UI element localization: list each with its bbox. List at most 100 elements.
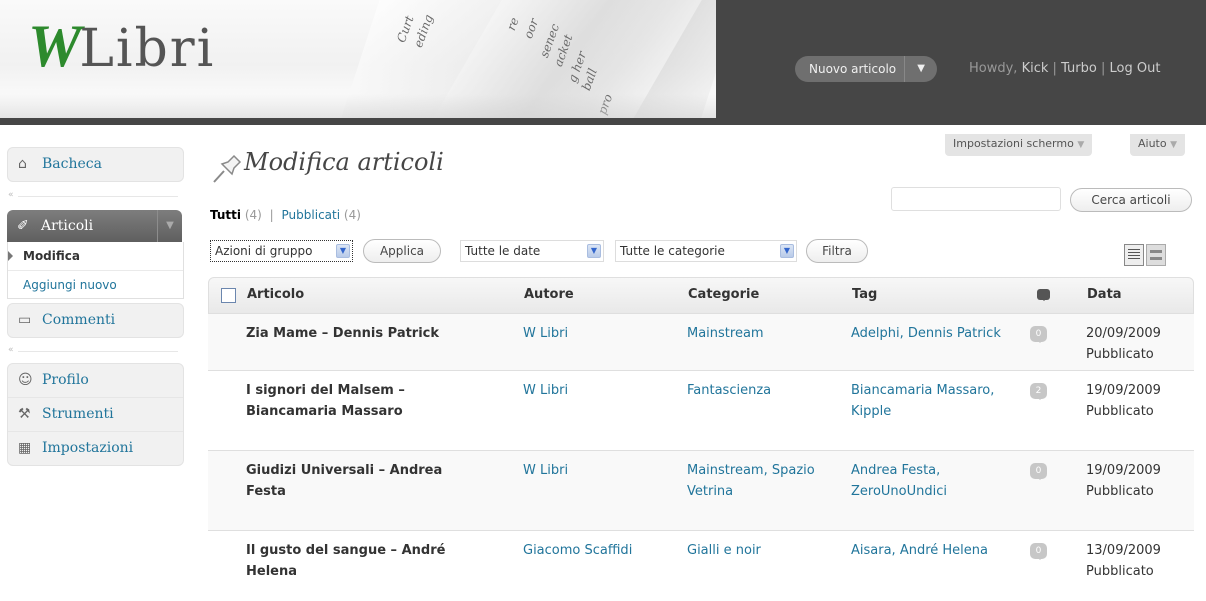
post-author-link[interactable]: W Libri: [523, 323, 568, 344]
chevron-down-icon[interactable]: ▼: [904, 56, 937, 82]
settings-icon: ▦: [18, 440, 32, 456]
comments-column-icon: [1037, 289, 1050, 301]
sidebar-item-dashboard[interactable]: ⌂ Bacheca: [8, 148, 183, 181]
column-header-tags[interactable]: Tag: [852, 287, 877, 302]
comment-icon: ▭: [18, 312, 32, 328]
post-tags-link[interactable]: Aisara, André Helena: [851, 540, 1011, 561]
post-status: Pubblicato: [1086, 564, 1154, 579]
user-links: Howdy, Kick | Turbo | Log Out: [969, 61, 1160, 76]
comment-count-badge[interactable]: 2: [1030, 383, 1047, 400]
pushpin-icon: [213, 154, 242, 183]
sidebar-item-profile[interactable]: ☺ Profilo: [8, 364, 183, 398]
sidebar-item-tools[interactable]: ⚒ Strumenti: [8, 398, 183, 432]
chevron-down-icon: ▼: [780, 244, 794, 258]
help-label: Aiuto: [1138, 137, 1167, 150]
table-row: Zia Mame – Dennis Patrick W Libri Mainst…: [208, 314, 1194, 371]
chevron-down-icon: ▼: [336, 244, 350, 258]
table-row: Giudizi Universali – Andrea Festa W Libr…: [208, 451, 1194, 531]
filter-all-count: (4): [244, 208, 262, 222]
submenu-item-edit[interactable]: Modifica: [8, 242, 183, 271]
post-status: Pubblicato: [1086, 347, 1154, 362]
tools-icon: ⚒: [18, 406, 31, 422]
header-bar: [0, 118, 1206, 125]
collapse-icon[interactable]: «: [8, 345, 14, 355]
list-view-icon[interactable]: [1124, 244, 1144, 266]
filter-published-count: (4): [343, 208, 361, 222]
caret-down-icon: ▼: [1170, 140, 1178, 150]
separator: |: [1052, 61, 1057, 76]
post-author-link[interactable]: W Libri: [523, 380, 568, 401]
post-title-link[interactable]: Giudizi Universali – Andrea Festa: [246, 460, 476, 502]
column-header-date[interactable]: Data: [1087, 287, 1122, 302]
post-status-filter: Tutti (4) | Pubblicati (4): [210, 208, 361, 222]
logo-w: W: [28, 13, 84, 79]
post-title-link[interactable]: Zia Mame – Dennis Patrick: [246, 323, 476, 344]
category-filter-select[interactable]: Tutte le categorie ▼: [615, 240, 797, 262]
column-header-author[interactable]: Autore: [524, 287, 574, 302]
post-title-link[interactable]: Il gusto del sangue – André Helena: [246, 540, 476, 582]
post-tags-link[interactable]: Andrea Festa, ZeroUnoUndici: [851, 460, 1011, 502]
post-categories-link[interactable]: Mainstream, Spazio Vetrina: [687, 460, 827, 502]
screen-options-tab[interactable]: Impostazioni schermo ▼: [945, 134, 1093, 156]
post-title-link[interactable]: I signori del Malsem – Biancamaria Massa…: [246, 380, 476, 422]
sidebar-item-label: Strumenti: [42, 406, 114, 422]
new-post-button[interactable]: Nuovo articolo ▼: [795, 56, 938, 82]
submenu-item-add-new[interactable]: Aggiungi nuovo: [8, 271, 183, 299]
column-header-categories[interactable]: Categorie: [688, 287, 759, 302]
sidebar-settings-block: ☺ Profilo ⚒ Strumenti ▦ Impostazioni: [7, 363, 184, 466]
banner-shadow: [0, 94, 716, 118]
post-tags-link[interactable]: Adelphi, Dennis Patrick: [851, 323, 1011, 344]
post-date: 19/09/2009 Pubblicato: [1086, 380, 1161, 422]
caret-down-icon: ▼: [1077, 140, 1085, 150]
comment-count-badge[interactable]: 0: [1030, 463, 1047, 480]
sidebar-item-label: Impostazioni: [42, 440, 134, 456]
post-date: 20/09/2009 Pubblicato: [1086, 323, 1161, 365]
site-logo[interactable]: WLibri: [28, 12, 215, 82]
sidebar-item-posts[interactable]: ✐ Articoli ▼: [7, 210, 182, 242]
logout-link[interactable]: Log Out: [1110, 61, 1161, 76]
sidebar-item-label: Profilo: [42, 372, 89, 388]
chevron-down-icon: ▼: [587, 244, 601, 258]
comment-count-badge[interactable]: 0: [1030, 543, 1047, 560]
separator: |: [1100, 61, 1106, 76]
sidebar-item-comments[interactable]: ▭ Commenti: [8, 304, 183, 337]
help-tab[interactable]: Aiuto ▼: [1130, 134, 1186, 156]
post-author-link[interactable]: W Libri: [523, 460, 568, 481]
bulk-actions-value: Azioni di gruppo: [215, 244, 313, 258]
post-status: Pubblicato: [1086, 484, 1154, 499]
post-categories-link[interactable]: Fantascienza: [687, 380, 827, 401]
turbo-link[interactable]: Turbo: [1061, 61, 1097, 76]
post-categories-link[interactable]: Gialli e noir: [687, 540, 827, 561]
filter-button[interactable]: Filtra: [806, 239, 868, 263]
post-tags-link[interactable]: Biancamaria Massaro, Kipple: [851, 380, 1011, 422]
post-date: 19/09/2009 Pubblicato: [1086, 460, 1161, 502]
collapse-icon[interactable]: «: [8, 190, 14, 200]
menu-toggle-icon[interactable]: ▼: [157, 210, 182, 242]
user-name-link[interactable]: Kick: [1022, 61, 1049, 76]
posts-submenu: Modifica Aggiungi nuovo: [7, 242, 184, 299]
filter-all-link[interactable]: Tutti: [210, 208, 241, 222]
header-banner: Curt eding re oor senec acket g her ball…: [0, 0, 716, 118]
apply-button[interactable]: Applica: [363, 239, 441, 263]
post-author-link[interactable]: Giacomo Scaffidi: [523, 540, 632, 561]
filter-separator: |: [269, 208, 274, 222]
logo-text: Libri: [79, 19, 216, 79]
sidebar-comments-block: ▭ Commenti: [7, 303, 184, 338]
bulk-actions-select[interactable]: Azioni di gruppo ▼: [210, 240, 353, 262]
post-date-value: 19/09/2009: [1086, 463, 1161, 478]
comment-count-badge[interactable]: 0: [1030, 326, 1047, 343]
date-filter-select[interactable]: Tutte le date ▼: [460, 240, 604, 262]
post-categories-link[interactable]: Mainstream: [687, 323, 827, 344]
filter-published-link[interactable]: Pubblicati: [282, 208, 341, 222]
table-row: Il gusto del sangue – André Helena Giaco…: [208, 531, 1194, 601]
search-posts-button[interactable]: Cerca articoli: [1070, 188, 1192, 212]
search-input[interactable]: [891, 187, 1061, 211]
home-icon: ⌂: [18, 156, 27, 172]
date-filter-value: Tutte le date: [465, 244, 541, 258]
select-all-checkbox[interactable]: [221, 288, 236, 303]
sidebar-item-settings[interactable]: ▦ Impostazioni: [8, 432, 183, 465]
excerpt-view-icon[interactable]: [1146, 244, 1166, 266]
new-post-label: Nuovo articolo: [809, 62, 897, 76]
column-header-title[interactable]: Articolo: [247, 287, 304, 302]
post-date-value: 20/09/2009: [1086, 326, 1161, 341]
